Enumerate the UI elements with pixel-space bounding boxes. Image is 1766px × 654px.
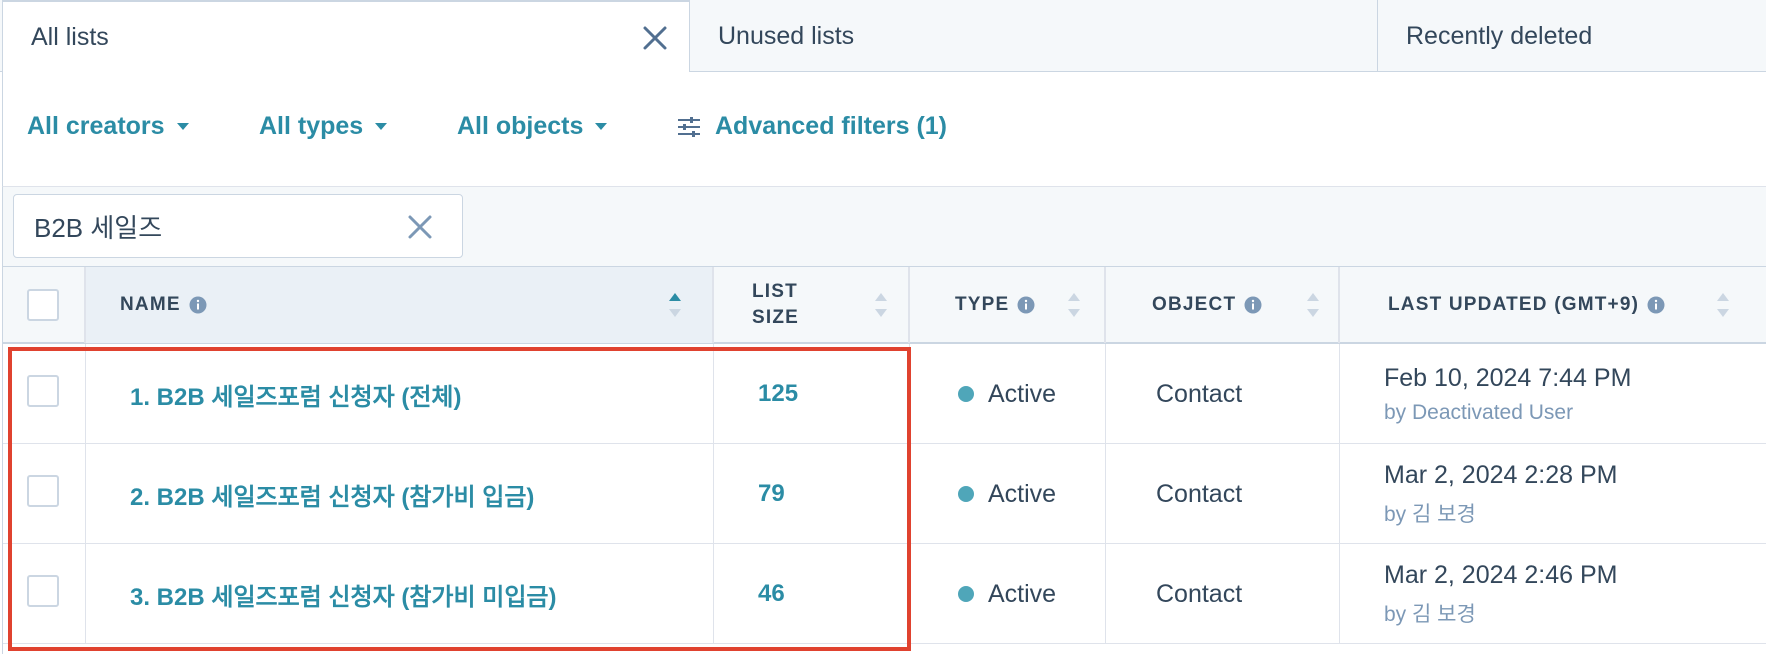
column-header-list-size-label: LIST SIZE xyxy=(752,281,800,328)
sliders-icon xyxy=(678,116,700,137)
list-size-value[interactable]: 46 xyxy=(758,580,785,608)
all-types-label: All types xyxy=(259,112,364,140)
last-updated-date: Feb 10, 2024 7:44 PM xyxy=(1384,363,1632,392)
advanced-filters-label: Advanced filters (1) xyxy=(715,112,948,140)
all-creators-label: All creators xyxy=(27,112,165,140)
last-updated-date: Mar 2, 2024 2:28 PM xyxy=(1384,460,1618,489)
sort-ascending-icon[interactable] xyxy=(668,291,682,319)
type-cell: Active xyxy=(910,444,1106,544)
list-size-cell: 125 xyxy=(714,344,910,444)
clear-search-icon[interactable] xyxy=(406,213,434,241)
status-text: Active xyxy=(988,579,1057,608)
status-dot xyxy=(958,386,974,402)
filter-bar: All creators All types All objects Advan… xyxy=(2,72,1766,186)
list-name-link[interactable]: 3. B2B 세일즈포럼 신청자 (참가비 미입금) xyxy=(130,577,556,612)
list-size-cell: 79 xyxy=(714,444,910,544)
last-updated-by: by 김 보경 xyxy=(1384,502,1476,526)
search-input[interactable] xyxy=(32,209,396,243)
list-tabs: All lists Unused lists Recently deleted xyxy=(0,0,1766,73)
all-objects-dropdown[interactable]: All objects xyxy=(457,112,608,141)
list-size-value[interactable]: 125 xyxy=(758,380,798,408)
list-name-cell: 2. B2B 세일즈포럼 신청자 (참가비 입금) xyxy=(86,444,714,544)
type-cell: Active xyxy=(910,544,1106,644)
table-row: 2. B2B 세일즈포럼 신청자 (참가비 입금) 79 Active Cont… xyxy=(3,444,1766,544)
tab-all-lists-label: All lists xyxy=(31,23,109,51)
status-dot xyxy=(958,486,974,502)
object-text: Contact xyxy=(1156,379,1243,408)
status-text: Active xyxy=(988,379,1057,408)
all-types-dropdown[interactable]: All types xyxy=(259,112,388,141)
object-cell: Contact xyxy=(1106,344,1340,444)
object-text: Contact xyxy=(1156,579,1243,608)
info-icon[interactable] xyxy=(1647,296,1665,314)
column-header-object[interactable]: OBJECT xyxy=(1106,267,1340,343)
tab-recently-deleted[interactable]: Recently deleted xyxy=(1378,0,1766,72)
row-checkbox[interactable] xyxy=(27,375,59,407)
select-all-cell xyxy=(3,267,86,343)
list-name-cell: 3. B2B 세일즈포럼 신청자 (참가비 미입금) xyxy=(86,544,714,644)
tab-unused-lists[interactable]: Unused lists xyxy=(690,0,1378,72)
last-updated-cell: Mar 2, 2024 2:28 PM by 김 보경 xyxy=(1340,444,1766,544)
column-header-object-label: OBJECT xyxy=(1152,294,1237,315)
object-cell: Contact xyxy=(1106,544,1340,644)
info-icon[interactable] xyxy=(189,296,207,314)
row-select-cell xyxy=(3,444,86,544)
close-icon[interactable] xyxy=(641,24,669,52)
info-icon[interactable] xyxy=(1017,296,1035,314)
column-header-last-updated-label: LAST UPDATED (GMT+9) xyxy=(1388,294,1640,315)
list-size-cell: 46 xyxy=(714,544,910,644)
type-cell: Active xyxy=(910,344,1106,444)
table-row: 3. B2B 세일즈포럼 신청자 (참가비 미입금) 46 Active Con… xyxy=(3,544,1766,644)
column-header-list-size[interactable]: LIST SIZE xyxy=(714,267,910,343)
info-icon[interactable] xyxy=(1244,296,1262,314)
search-box xyxy=(13,194,463,258)
sort-icon[interactable] xyxy=(1306,291,1320,319)
row-checkbox[interactable] xyxy=(27,575,59,607)
last-updated-cell: Feb 10, 2024 7:44 PM by Deactivated User xyxy=(1340,344,1766,444)
last-updated-by: by 김 보경 xyxy=(1384,602,1476,626)
status-text: Active xyxy=(988,479,1057,508)
table-header: NAME LIST SIZE TYPE OBJECT LAST UPDATED … xyxy=(3,266,1766,344)
advanced-filters-button[interactable]: Advanced filters (1) xyxy=(677,112,947,141)
column-header-name[interactable]: NAME xyxy=(86,267,714,343)
lists-table: NAME LIST SIZE TYPE OBJECT LAST UPDATED … xyxy=(2,266,1766,654)
object-text: Contact xyxy=(1156,479,1243,508)
status-dot xyxy=(958,586,974,602)
select-all-checkbox[interactable] xyxy=(27,289,59,321)
row-checkbox[interactable] xyxy=(27,475,59,507)
caret-down-icon xyxy=(595,123,608,130)
list-name-cell: 1. B2B 세일즈포럼 신청자 (전체) xyxy=(86,344,714,444)
column-header-type[interactable]: TYPE xyxy=(910,267,1106,343)
last-updated-cell: Mar 2, 2024 2:46 PM by 김 보경 xyxy=(1340,544,1766,644)
column-header-last-updated[interactable]: LAST UPDATED (GMT+9) xyxy=(1340,267,1766,343)
list-size-value[interactable]: 79 xyxy=(758,480,785,508)
search-bar-area xyxy=(2,186,1766,266)
row-select-cell xyxy=(3,344,86,444)
sort-icon[interactable] xyxy=(874,291,888,319)
caret-down-icon xyxy=(176,123,189,130)
object-cell: Contact xyxy=(1106,444,1340,544)
column-header-name-label: NAME xyxy=(120,294,181,315)
last-updated-date: Mar 2, 2024 2:46 PM xyxy=(1384,560,1618,589)
sort-icon[interactable] xyxy=(1067,291,1081,319)
caret-down-icon xyxy=(375,123,388,130)
row-select-cell xyxy=(3,544,86,644)
list-name-link[interactable]: 1. B2B 세일즈포럼 신청자 (전체) xyxy=(130,377,461,412)
all-objects-label: All objects xyxy=(457,112,584,140)
tab-unused-lists-label: Unused lists xyxy=(718,21,855,50)
tab-recently-deleted-label: Recently deleted xyxy=(1406,21,1593,50)
column-header-type-label: TYPE xyxy=(955,294,1010,315)
table-row: 1. B2B 세일즈포럼 신청자 (전체) 125 Active Contact… xyxy=(3,344,1766,444)
last-updated-by: by Deactivated User xyxy=(1384,400,1574,424)
sort-icon[interactable] xyxy=(1716,291,1730,319)
list-name-link[interactable]: 2. B2B 세일즈포럼 신청자 (참가비 입금) xyxy=(130,477,534,512)
all-creators-dropdown[interactable]: All creators xyxy=(27,112,189,141)
tab-all-lists[interactable]: All lists xyxy=(2,0,690,73)
